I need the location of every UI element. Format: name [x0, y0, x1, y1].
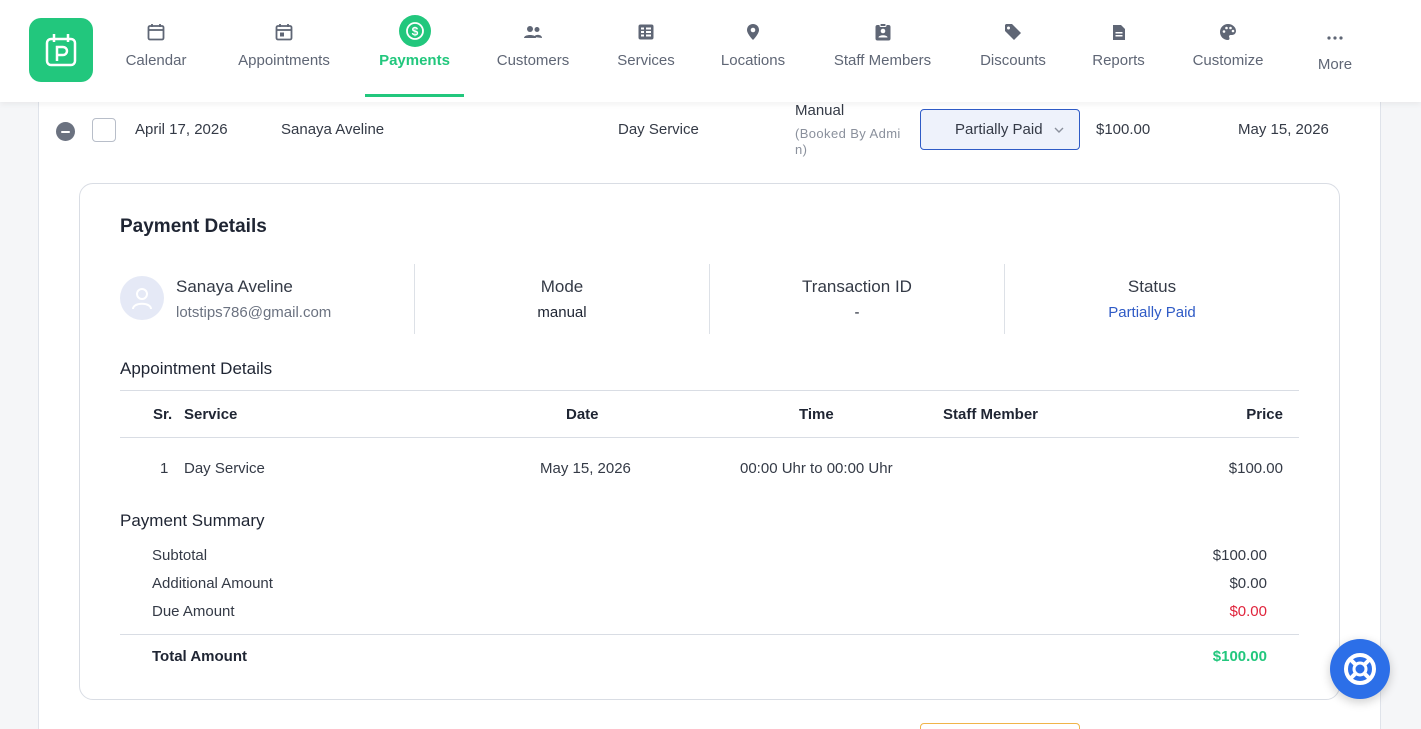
nav-calendar[interactable]: Calendar — [116, 18, 196, 102]
mode-block: Mode manual — [415, 277, 709, 321]
payment-method-note: (Booked By Admin) — [795, 126, 901, 157]
minus-icon — [61, 130, 70, 133]
next-row-status-select[interactable] — [920, 723, 1080, 729]
transaction-id-value: - — [854, 304, 860, 321]
subtotal-value: $100.00 — [1212, 547, 1267, 564]
palette-icon — [1219, 18, 1237, 46]
location-pin-icon — [746, 18, 760, 46]
status-value: Partially Paid — [1108, 304, 1196, 321]
ellipsis-icon — [1327, 18, 1343, 46]
nav-label: Staff Members — [833, 52, 932, 69]
due-amount-label: Due Amount — [152, 603, 235, 620]
nav-label: Appointments — [238, 52, 330, 69]
nav-label: Services — [617, 52, 675, 69]
nav-label: More — [1317, 56, 1353, 73]
app-logo[interactable] — [29, 18, 93, 82]
divider — [120, 390, 1299, 391]
appointment-details-title: Appointment Details — [120, 359, 273, 378]
payment-details-panel — [79, 183, 1340, 700]
status-select-value: Partially Paid — [955, 121, 1043, 138]
nav-label: Reports — [1092, 52, 1145, 69]
total-amount-label: Total Amount — [152, 648, 247, 665]
additional-amount-label: Additional Amount — [152, 575, 273, 592]
nav-label: Customers — [496, 52, 570, 69]
logo-icon — [45, 34, 77, 67]
appointment-price: $100.00 — [1228, 460, 1283, 477]
col-header-date: Date — [566, 406, 599, 423]
document-icon — [1112, 18, 1126, 46]
chevron-down-icon — [1053, 123, 1065, 140]
nav-more[interactable]: More — [1311, 18, 1359, 102]
id-badge-icon — [875, 18, 891, 46]
subtotal-label: Subtotal — [152, 547, 208, 564]
payment-method: Manual — [795, 102, 845, 119]
top-navigation: Calendar Appointments $ Payments Custome… — [0, 0, 1421, 102]
nav-reports[interactable]: Reports — [1086, 18, 1151, 102]
total-amount-value: $100.00 — [1212, 648, 1267, 665]
additional-amount-value: $0.00 — [1229, 575, 1267, 592]
col-header-sr: Sr. — [153, 406, 173, 423]
nav-label: Customize — [1192, 52, 1264, 69]
nav-label: Discounts — [980, 52, 1046, 69]
appointment-time: 00:00 Uhr to 00:00 Uhr — [740, 460, 893, 477]
appointment-service: Day Service — [184, 460, 265, 477]
nav-locations[interactable]: Locations — [713, 18, 793, 102]
payment-amount: $100.00 — [1096, 121, 1151, 138]
collapse-row-button[interactable] — [56, 122, 75, 141]
payment-details-title: Payment Details — [120, 216, 267, 237]
nav-customers[interactable]: Customers — [488, 18, 578, 102]
status-block: Status Partially Paid — [1005, 277, 1299, 321]
user-icon — [132, 288, 152, 310]
payment-date: April 17, 2026 — [135, 121, 228, 138]
col-header-staff: Staff Member — [943, 406, 1039, 423]
payment-customer: Sanaya Aveline — [281, 121, 385, 138]
payment-due-date: May 15, 2026 — [1238, 121, 1329, 138]
payment-service: Day Service — [618, 121, 699, 138]
divider — [120, 634, 1299, 635]
mode-label: Mode — [540, 277, 584, 296]
col-header-service: Service — [184, 406, 238, 423]
transaction-id-label: Transaction ID — [802, 277, 912, 296]
tag-icon — [1004, 18, 1022, 46]
calendar-icon — [147, 18, 165, 46]
active-tab-indicator — [365, 94, 464, 97]
nav-appointments[interactable]: Appointments — [228, 18, 340, 102]
customer-name: Sanaya Aveline — [176, 277, 293, 296]
nav-payments[interactable]: $ Payments — [365, 15, 464, 102]
payment-status-select[interactable]: Partially Paid — [920, 109, 1080, 150]
status-label: Status — [1127, 277, 1177, 296]
nav-services[interactable]: Services — [610, 18, 682, 102]
lifebuoy-icon — [1344, 653, 1376, 685]
users-icon — [523, 18, 543, 46]
appointment-date: May 15, 2026 — [540, 460, 631, 477]
nav-label: Payments — [379, 52, 450, 69]
nav-label: Locations — [720, 52, 786, 69]
nav-discounts[interactable]: Discounts — [973, 18, 1053, 102]
transaction-block: Transaction ID - — [710, 277, 1004, 321]
svg-text:$: $ — [411, 25, 418, 39]
due-amount-value: $0.00 — [1229, 603, 1267, 620]
list-icon — [638, 18, 654, 46]
row-checkbox[interactable] — [92, 118, 116, 142]
col-header-price: Price — [1246, 406, 1283, 423]
appointment-sr: 1 — [160, 460, 169, 477]
nav-staff-members[interactable]: Staff Members — [826, 18, 939, 102]
dollar-circle-icon: $ — [398, 15, 431, 47]
payment-summary-title: Payment Summary — [120, 511, 265, 530]
customer-email: lotstips786@gmail.com — [176, 304, 332, 321]
nav-customize[interactable]: Customize — [1184, 18, 1272, 102]
calendar-check-icon — [275, 18, 293, 46]
nav-label: Calendar — [125, 52, 187, 69]
divider — [120, 437, 1299, 438]
help-button[interactable] — [1330, 639, 1390, 699]
mode-value: manual — [537, 304, 587, 321]
avatar — [120, 276, 164, 320]
col-header-time: Time — [799, 406, 834, 423]
